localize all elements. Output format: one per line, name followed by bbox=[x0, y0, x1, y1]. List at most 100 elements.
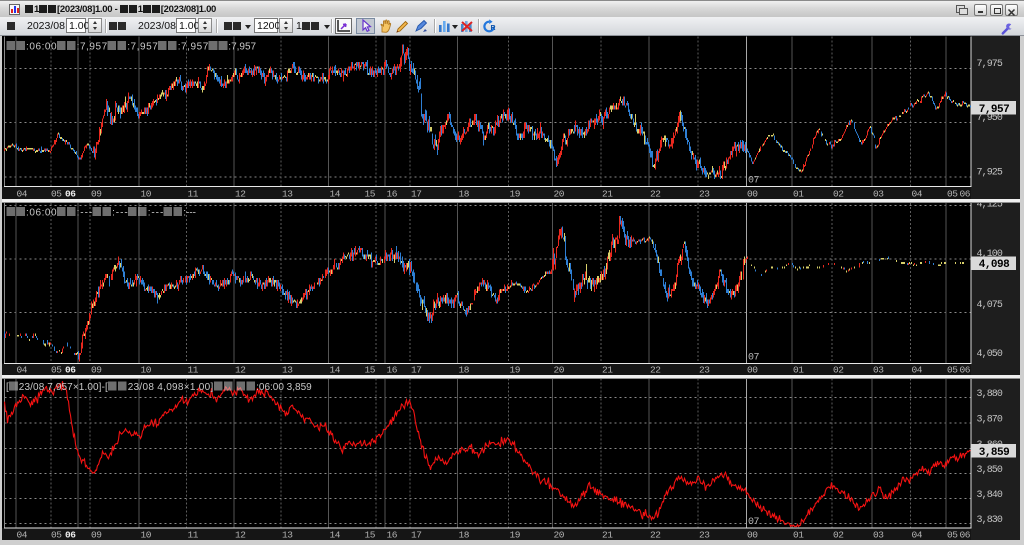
svg-text:23: 23 bbox=[699, 188, 710, 199]
svg-text::06:00 3,859: :06:00 3,859 bbox=[256, 382, 312, 393]
svg-text:02: 02 bbox=[833, 529, 844, 540]
svg-text:03: 03 bbox=[873, 188, 884, 199]
svg-text:21: 21 bbox=[602, 188, 613, 199]
svg-text:03: 03 bbox=[873, 529, 884, 540]
svg-text:18: 18 bbox=[459, 364, 470, 375]
svg-text:12: 12 bbox=[235, 529, 246, 540]
svg-text:01: 01 bbox=[793, 529, 804, 540]
svg-text:01: 01 bbox=[793, 188, 804, 199]
svg-text:04: 04 bbox=[912, 529, 923, 540]
svg-text:23/08 7,957×1.00]-[: 23/08 7,957×1.00]-[ bbox=[19, 382, 108, 393]
svg-text:03: 03 bbox=[873, 364, 884, 375]
svg-text:05: 05 bbox=[51, 364, 62, 375]
svg-text:23/08 4,098×1.00]: 23/08 4,098×1.00] bbox=[128, 382, 214, 393]
svg-text::7,957: :7,957 bbox=[228, 42, 256, 53]
svg-text:17: 17 bbox=[411, 364, 422, 375]
svg-text:10: 10 bbox=[141, 188, 152, 199]
svg-text:04: 04 bbox=[17, 364, 28, 375]
svg-text:[: [ bbox=[6, 382, 9, 393]
svg-text:20: 20 bbox=[554, 529, 565, 540]
svg-text:4,050: 4,050 bbox=[977, 349, 1003, 360]
svg-text:3,830: 3,830 bbox=[977, 515, 1003, 526]
svg-text:22: 22 bbox=[650, 529, 661, 540]
svg-text:18: 18 bbox=[459, 529, 470, 540]
svg-text::---: :--- bbox=[183, 208, 196, 219]
svg-text:04: 04 bbox=[912, 188, 923, 199]
svg-text::7,957: :7,957 bbox=[178, 42, 209, 53]
svg-text:22: 22 bbox=[650, 188, 661, 199]
svg-text:13: 13 bbox=[282, 188, 293, 199]
svg-text:14: 14 bbox=[330, 188, 341, 199]
svg-text:18: 18 bbox=[459, 188, 470, 199]
svg-text:11: 11 bbox=[188, 364, 199, 375]
svg-text:3,840: 3,840 bbox=[977, 490, 1003, 501]
svg-text:20: 20 bbox=[554, 188, 565, 199]
svg-text::---: :--- bbox=[112, 208, 128, 219]
svg-text:02: 02 bbox=[833, 188, 844, 199]
svg-text:R: R bbox=[491, 25, 496, 32]
svg-text:10: 10 bbox=[141, 529, 152, 540]
svg-text:04: 04 bbox=[912, 364, 923, 375]
svg-text:17: 17 bbox=[411, 188, 422, 199]
svg-text::06:00: :06:00 bbox=[26, 42, 57, 53]
svg-text:16: 16 bbox=[387, 188, 398, 199]
svg-text:7,925: 7,925 bbox=[977, 167, 1003, 178]
svg-text:06: 06 bbox=[65, 364, 76, 375]
svg-text:00: 00 bbox=[747, 529, 758, 540]
svg-text:19: 19 bbox=[510, 188, 521, 199]
svg-text:3,880: 3,880 bbox=[977, 389, 1003, 400]
svg-text:04: 04 bbox=[17, 188, 28, 199]
svg-text:15: 15 bbox=[365, 364, 376, 375]
svg-text:09: 09 bbox=[91, 188, 102, 199]
svg-text:19: 19 bbox=[510, 529, 521, 540]
svg-text:20: 20 bbox=[554, 364, 565, 375]
svg-text:7,957: 7,957 bbox=[979, 104, 1010, 116]
svg-text:16: 16 bbox=[387, 364, 398, 375]
svg-text:00: 00 bbox=[747, 188, 758, 199]
svg-text:05: 05 bbox=[947, 188, 958, 199]
svg-text:15: 15 bbox=[365, 188, 376, 199]
svg-text:00: 00 bbox=[747, 364, 758, 375]
svg-text:22: 22 bbox=[650, 364, 661, 375]
svg-text:06: 06 bbox=[65, 529, 76, 540]
svg-text::---: :--- bbox=[77, 208, 93, 219]
svg-text:23: 23 bbox=[699, 364, 710, 375]
svg-text:23: 23 bbox=[699, 529, 710, 540]
svg-text:06: 06 bbox=[960, 529, 971, 540]
svg-text:3,870: 3,870 bbox=[977, 414, 1003, 425]
svg-text:05: 05 bbox=[51, 529, 62, 540]
svg-text:4,075: 4,075 bbox=[977, 300, 1003, 311]
svg-text::---: :--- bbox=[148, 208, 164, 219]
svg-text:4,098: 4,098 bbox=[979, 259, 1010, 271]
svg-text:19: 19 bbox=[510, 364, 521, 375]
svg-text:14: 14 bbox=[330, 529, 341, 540]
svg-text::7,957: :7,957 bbox=[77, 42, 108, 53]
svg-text:05: 05 bbox=[947, 529, 958, 540]
svg-text:07: 07 bbox=[748, 353, 760, 364]
svg-text:12: 12 bbox=[235, 364, 246, 375]
svg-text:13: 13 bbox=[282, 529, 293, 540]
svg-text:3,850: 3,850 bbox=[977, 465, 1003, 476]
svg-text:21: 21 bbox=[602, 364, 613, 375]
svg-text:3,859: 3,859 bbox=[979, 447, 1010, 459]
svg-text:07: 07 bbox=[748, 517, 760, 528]
svg-text:12: 12 bbox=[235, 188, 246, 199]
svg-text:09: 09 bbox=[91, 364, 102, 375]
svg-text::7,957: :7,957 bbox=[127, 42, 158, 53]
svg-text:17: 17 bbox=[411, 529, 422, 540]
svg-text:7,975: 7,975 bbox=[977, 59, 1003, 70]
svg-text:06: 06 bbox=[960, 188, 971, 199]
svg-text::06:00: :06:00 bbox=[26, 208, 57, 219]
svg-text:16: 16 bbox=[387, 529, 398, 540]
svg-text:15: 15 bbox=[365, 529, 376, 540]
svg-text:01: 01 bbox=[793, 364, 804, 375]
svg-text:21: 21 bbox=[602, 529, 613, 540]
svg-text:14: 14 bbox=[330, 364, 341, 375]
svg-text:11: 11 bbox=[188, 529, 199, 540]
svg-text:02: 02 bbox=[833, 364, 844, 375]
svg-text:05: 05 bbox=[947, 364, 958, 375]
svg-text:13: 13 bbox=[282, 364, 293, 375]
svg-text:04: 04 bbox=[17, 529, 28, 540]
svg-text:11: 11 bbox=[188, 188, 199, 199]
svg-text:05: 05 bbox=[51, 188, 62, 199]
